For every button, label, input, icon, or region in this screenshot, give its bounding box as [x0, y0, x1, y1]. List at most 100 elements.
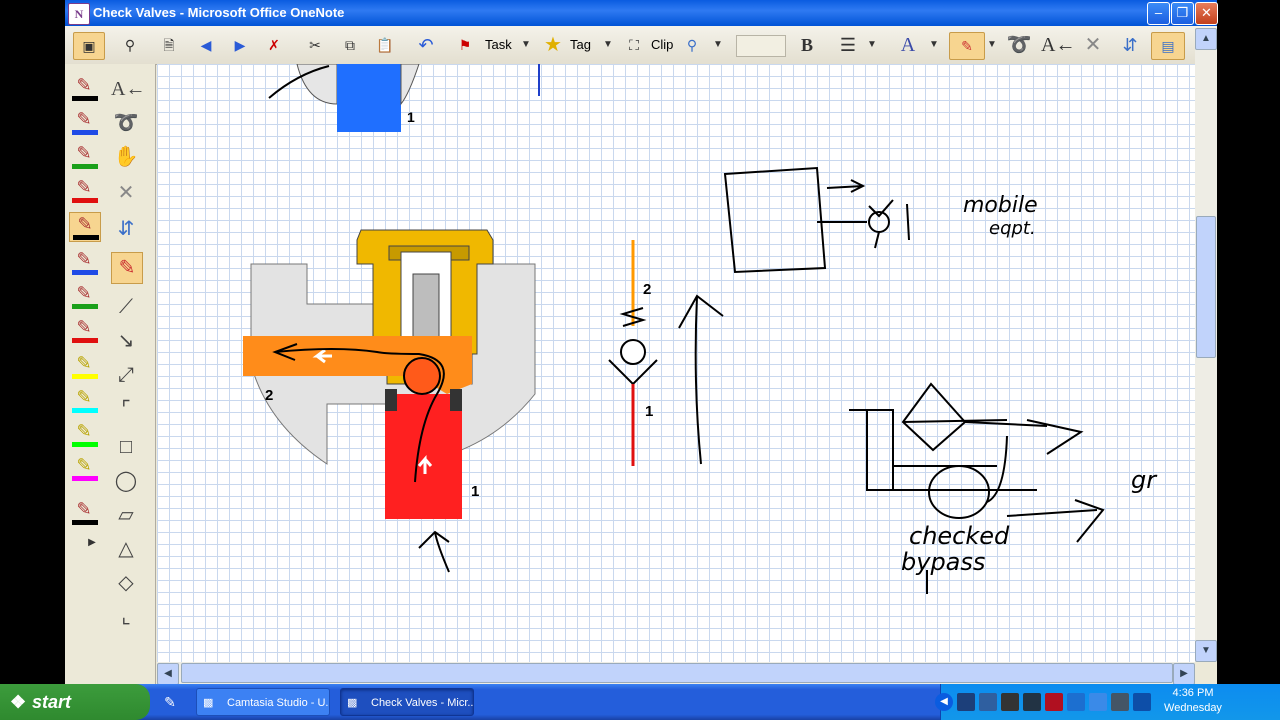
pen-scroll-icon[interactable]: ▶ [85, 536, 99, 550]
start-button[interactable]: ❖ start [0, 684, 150, 720]
tray-pen-icon[interactable] [1089, 693, 1107, 711]
top-valve-diagram: 1 [268, 64, 540, 132]
insert-space-tool-icon[interactable]: ⇵ [111, 214, 141, 244]
scroll-up-icon[interactable]: ▲ [1195, 28, 1217, 50]
tray-z-icon[interactable] [1067, 693, 1085, 711]
note-page-canvas[interactable]: 1 2 1 2 1 mobile eqpt. checked bypass gr [157, 64, 1195, 662]
tray-expand-icon[interactable]: ◀ [935, 693, 953, 711]
highlighter-magenta[interactable]: ✎ [69, 454, 99, 482]
task-dropdown-icon[interactable]: ▼ [519, 32, 533, 58]
quick-launch-icon[interactable]: ✎ [160, 693, 180, 711]
pen-black-fine[interactable]: ✎ [69, 498, 99, 526]
tray-volume-icon[interactable] [979, 693, 997, 711]
tray-clock[interactable]: 4:36 PM Wednesday [1163, 686, 1223, 716]
scroll-left-icon[interactable]: ◀ [157, 663, 179, 685]
lasso-select-icon[interactable]: ➰ [111, 108, 141, 138]
pen-green-thick[interactable]: ✎ [69, 282, 99, 310]
highlighter-icon: ✎ [76, 387, 92, 407]
insert-space-icon[interactable]: ⇵ [1117, 32, 1143, 58]
graph-axes-icon[interactable]: ⌞ [111, 602, 141, 632]
research-icon[interactable]: ⚲ [679, 32, 705, 58]
ellipse-shape-icon[interactable]: ◯ [111, 466, 141, 496]
pen-black[interactable]: ✎ [69, 74, 99, 102]
rectangle-shape-icon[interactable]: □ [111, 432, 141, 462]
diamond-shape-icon[interactable]: ◇ [111, 568, 141, 598]
tag-dropdown-icon[interactable]: ▼ [601, 32, 615, 58]
task-button[interactable]: Task [485, 32, 512, 58]
pen-tool-icon[interactable]: ✎ [949, 32, 985, 60]
pen-blue-thick[interactable]: ✎ [69, 248, 99, 276]
pen-green[interactable]: ✎ [69, 142, 99, 170]
parallelogram-shape-icon[interactable]: ▱ [111, 500, 141, 530]
pen-blue[interactable]: ✎ [69, 108, 99, 136]
undo-icon[interactable]: ↶ [413, 32, 439, 58]
bullets-dropdown-icon[interactable]: ▼ [865, 32, 879, 58]
double-arrow-shape-icon[interactable]: ⤢ [111, 360, 141, 390]
full-page-view-icon[interactable]: ▣ [73, 32, 105, 60]
new-page-icon[interactable]: 🗎 [157, 32, 181, 58]
back-icon[interactable]: ◀ [195, 32, 217, 58]
clip-button[interactable]: Clip [651, 32, 673, 58]
type-tool-icon[interactable]: A← [111, 74, 145, 104]
taskbar-item-camtasia[interactable]: ▩ Camtasia Studio - U... [196, 688, 330, 716]
port-label-bottom-1: 1 [471, 483, 479, 500]
panning-hand-icon[interactable]: ✋ [111, 142, 141, 172]
tray-misc-icon[interactable] [1133, 693, 1151, 711]
screen-clip-icon[interactable]: ⛶ [621, 32, 647, 58]
eraser-tool-icon[interactable]: ✕ [111, 178, 141, 208]
line-shape-icon[interactable]: ⟋ [111, 292, 141, 322]
forward-icon[interactable]: ▶ [229, 32, 251, 58]
pen-dropdown-icon[interactable]: ▼ [985, 32, 999, 58]
bold-icon[interactable]: B [795, 32, 819, 58]
arrow-shape-icon[interactable]: ↘ [111, 326, 141, 356]
mobile-equipment-sketch: mobile eqpt. [723, 166, 1038, 274]
type-select-icon[interactable]: A← [1041, 32, 1075, 58]
highlighter-cyan[interactable]: ✎ [69, 386, 99, 414]
horizontal-scroll-thumb[interactable] [181, 663, 1173, 683]
axis-shape-icon[interactable]: ⌜ [111, 394, 141, 424]
handwriting-bypass: bypass [901, 548, 985, 576]
font-color-dropdown-icon[interactable]: ▼ [927, 32, 941, 58]
flag-icon[interactable]: ⚑ [453, 32, 477, 58]
lasso-icon[interactable]: ➰ [1005, 32, 1033, 58]
filter-diamond-sketch [901, 382, 967, 452]
close-button[interactable]: ✕ [1195, 2, 1218, 25]
onenote-app-icon[interactable]: N [68, 3, 90, 25]
delete-page-icon[interactable]: ✗ [261, 32, 287, 58]
rule-lines-icon[interactable]: ▤ [1151, 32, 1185, 60]
pin-icon[interactable]: ⚲ [117, 32, 143, 58]
tray-display-icon[interactable] [1023, 693, 1041, 711]
highlighter-yellow[interactable]: ✎ [69, 352, 99, 380]
tag-button[interactable]: Tag [570, 32, 591, 58]
font-color-icon[interactable]: A [893, 32, 923, 58]
font-size-field[interactable] [736, 35, 786, 57]
pen-icon: ✎ [76, 249, 92, 269]
bullets-icon[interactable]: ☰ [835, 32, 861, 58]
taskbar: ❖ start ✎ ▩ Camtasia Studio - U... ▩ Che… [0, 684, 1280, 720]
vertical-scrollbar[interactable]: ▲ ▼ [1195, 28, 1217, 662]
highlighter-green[interactable]: ✎ [69, 420, 99, 448]
scroll-right-icon[interactable]: ▶ [1173, 663, 1195, 685]
cut-icon[interactable]: ✂ [303, 32, 327, 58]
pen-tool-selected-icon[interactable]: ✎ [111, 252, 143, 284]
tray-network-error-icon[interactable] [1001, 693, 1019, 711]
research-dropdown-icon[interactable]: ▼ [711, 32, 725, 58]
triangle-shape-icon[interactable]: △ [111, 534, 141, 564]
tray-network-icon[interactable] [957, 693, 975, 711]
taskbar-item-onenote-active[interactable]: ▩ Check Valves - Micr... [340, 688, 474, 716]
scroll-down-icon[interactable]: ▼ [1195, 640, 1217, 662]
paste-icon[interactable]: 📋 [371, 32, 399, 58]
vertical-scroll-thumb[interactable] [1196, 216, 1216, 358]
tray-printer-icon[interactable] [1111, 693, 1129, 711]
horizontal-scrollbar[interactable]: ◀ ▶ [157, 662, 1195, 685]
pen-black-thick-selected[interactable]: ✎ [69, 212, 101, 242]
minimize-button[interactable]: – [1147, 2, 1170, 25]
title-bar[interactable]: N Check Valves - Microsoft Office OneNot… [65, 0, 1218, 26]
star-icon[interactable]: ★ [539, 32, 567, 58]
restore-button[interactable]: ❐ [1171, 2, 1194, 25]
pen-red[interactable]: ✎ [69, 176, 99, 204]
tray-mcafee-icon[interactable] [1045, 693, 1063, 711]
eraser-icon[interactable]: ✕ [1081, 32, 1105, 58]
pen-red-thick[interactable]: ✎ [69, 316, 99, 344]
copy-icon[interactable]: ⧉ [337, 32, 363, 58]
